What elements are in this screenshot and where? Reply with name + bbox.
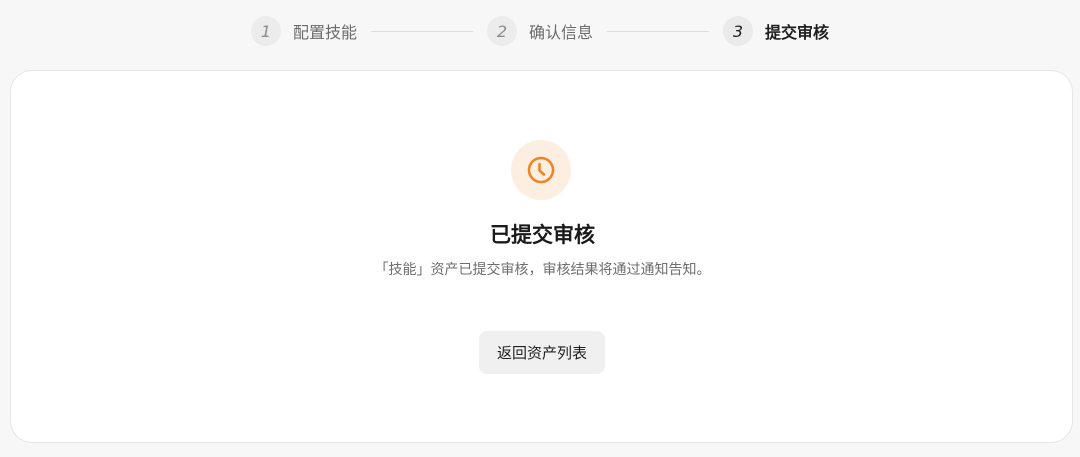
status-icon-badge <box>511 140 571 200</box>
step-label: 配置技能 <box>292 23 357 42</box>
step-number: 3 <box>723 16 753 46</box>
step-label: 提交审核 <box>765 23 830 42</box>
step-label: 确认信息 <box>528 23 593 42</box>
step-3: 3 提交审核 <box>723 14 829 48</box>
step-number: 2 <box>486 16 517 46</box>
result-card: 已提交审核 「技能」资产已提交审核，审核结果将通过通知告知。 返回资产列表 <box>10 70 1073 443</box>
step-2: 2 确认信息 <box>486 14 593 48</box>
stepper: 1 配置技能 2 确认信息 3 提交审核 <box>0 14 1080 48</box>
result-title: 已提交审核 <box>490 223 595 247</box>
step-number: 1 <box>250 16 281 46</box>
step-1: 1 配置技能 <box>250 14 357 48</box>
clock-icon <box>527 156 555 184</box>
back-to-asset-list-button[interactable]: 返回资产列表 <box>479 331 605 374</box>
step-connector <box>607 30 709 32</box>
result-description: 「技能」资产已提交审核，审核结果将通过通知告知。 <box>374 262 711 278</box>
step-connector <box>370 30 473 32</box>
